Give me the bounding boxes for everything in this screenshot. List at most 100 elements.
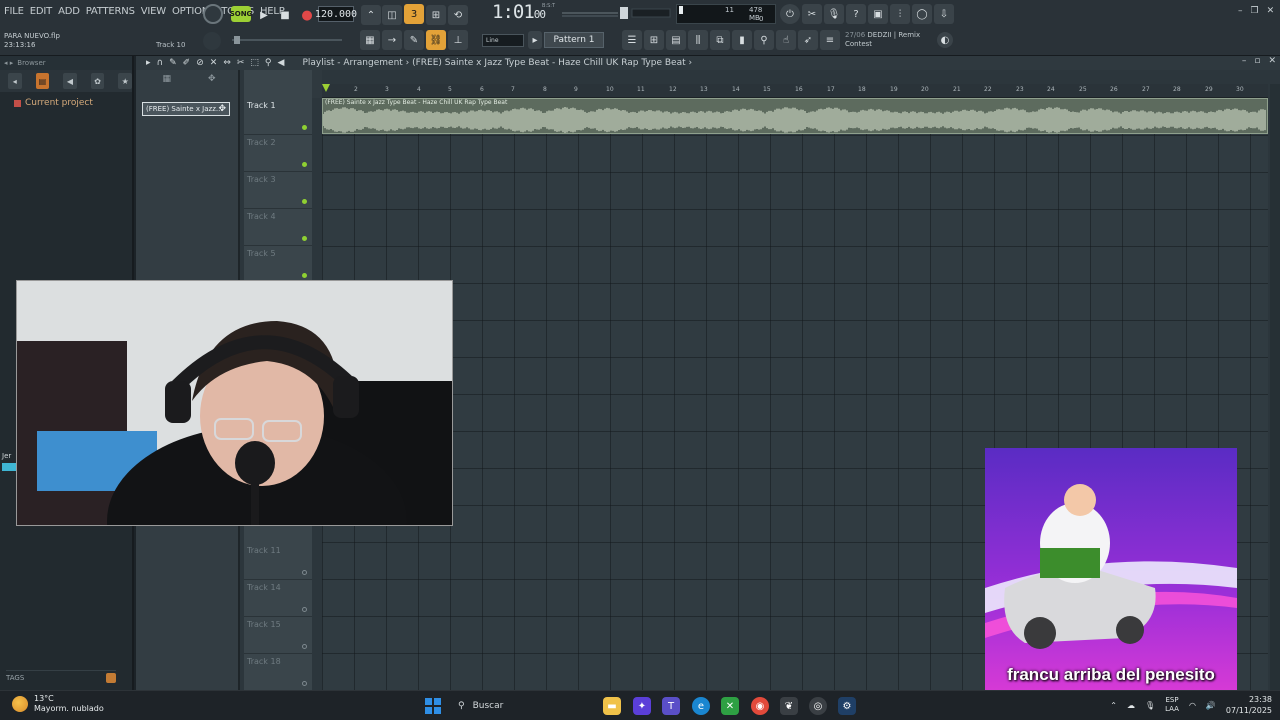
metronome-icon[interactable]: ⌃ (361, 5, 381, 25)
news-icon[interactable]: ≡ (820, 30, 840, 50)
menu-view[interactable]: VIEW (141, 6, 166, 20)
browser-arrows-icon[interactable]: ◂ ▸ (4, 59, 13, 67)
wifi-icon[interactable]: ◠ (1189, 701, 1196, 710)
play-icon[interactable]: ▶ (254, 5, 274, 25)
search-icon[interactable] (106, 672, 116, 683)
track-row-4[interactable]: Track 4 (244, 209, 312, 246)
magnet-icon[interactable]: ∩ (157, 58, 164, 68)
close-icon[interactable]: ✕ (1267, 6, 1275, 16)
browser-star-tab[interactable]: ★ (118, 73, 132, 89)
pencil-icon[interactable]: ✎ (404, 30, 424, 50)
pattern-prev-icon[interactable]: ▸ (528, 31, 542, 49)
draw-tool-icon[interactable]: ✎ (169, 58, 177, 68)
master-volume-slider[interactable] (232, 36, 342, 44)
menu-add[interactable]: ADD (58, 6, 80, 20)
playlist-close-icon[interactable]: ✕ (1268, 56, 1276, 66)
snap-selector[interactable]: Line (482, 34, 524, 47)
track-row-15[interactable]: Track 15 (244, 617, 312, 654)
track-led[interactable] (302, 236, 307, 241)
playlist-view-icon[interactable]: ☰ (622, 30, 642, 50)
track-led[interactable] (302, 162, 307, 167)
track-led[interactable] (302, 681, 307, 686)
stamp-icon[interactable]: ⊥ (448, 30, 468, 50)
playlist-menu-icon[interactable]: ▸ (146, 58, 151, 68)
pattern-chip[interactable]: (FREE) Sainte x Jazz... ✥ (142, 102, 230, 116)
plugin-picker-icon[interactable]: ⚲ (754, 30, 774, 50)
master-pitch-slider[interactable] (562, 6, 672, 20)
steam-icon[interactable]: ⚙ (838, 697, 856, 715)
track-row-1[interactable]: Track 1 (244, 98, 312, 135)
track-led[interactable] (302, 199, 307, 204)
obs-icon[interactable]: ◎ (809, 697, 827, 715)
track-row-3[interactable]: Track 3 (244, 172, 312, 209)
windows-start-icon[interactable] (425, 698, 441, 714)
volume-icon[interactable]: 🔊 (1206, 701, 1216, 710)
select-tool-icon[interactable]: ⬚ (250, 58, 259, 68)
menu-file[interactable]: FILE (4, 6, 24, 20)
loop-record-icon[interactable]: ⟲ (448, 5, 468, 25)
mute-tool-icon[interactable]: ✕ (210, 58, 218, 68)
tray-expand-icon[interactable]: ⌃ (1110, 701, 1117, 710)
timeline-ruler[interactable]: 2 3 4 5 6 7 8 9 10 11 12 13 14 15 16 17 18 19 20 21 22 23 24 25… (322, 84, 1268, 98)
chrome-icon[interactable]: ◉ (751, 697, 769, 715)
microphone-icon[interactable]: 🎙 (1145, 701, 1155, 710)
pattern-grid-icon[interactable]: ▦ (162, 74, 171, 86)
tools-icon[interactable]: ✂ (802, 4, 822, 24)
power-icon[interactable]: ⏻ (780, 4, 800, 24)
tempo-display[interactable]: 120.000 (315, 6, 357, 22)
zoom-tool-icon[interactable]: ⚲ (265, 58, 272, 68)
file-explorer-icon[interactable]: ▬ (603, 697, 621, 715)
playback-tool-icon[interactable]: ◀ (278, 58, 285, 68)
save-icon[interactable]: ▣ (868, 4, 888, 24)
track-led[interactable] (302, 570, 307, 575)
account-icon[interactable]: ◐ (937, 32, 953, 48)
playhead-marker-icon[interactable] (322, 84, 330, 92)
minimize-icon[interactable]: – (1238, 6, 1243, 16)
browser-speaker-tab[interactable]: ◀ (63, 73, 77, 89)
arrow-right-icon[interactable]: → (382, 30, 402, 50)
track-led[interactable] (302, 125, 307, 130)
browser-back-icon[interactable]: ◂ (8, 73, 22, 89)
track-row-14[interactable]: Track 14 (244, 580, 312, 617)
piano-roll-icon[interactable]: ▤ (666, 30, 686, 50)
taskbar-search[interactable]: ⚲ Buscar (452, 695, 602, 717)
pattern-selector[interactable]: Pattern 1 (544, 32, 604, 48)
wait-input-icon[interactable]: ◫ (382, 5, 402, 25)
track-row-11[interactable]: Track 11 (244, 543, 312, 580)
stop-icon[interactable]: ■ (275, 5, 295, 25)
restore-icon[interactable]: ❐ (1251, 6, 1259, 16)
mixer-view-icon[interactable]: ⫼ (688, 30, 708, 50)
touch-icon[interactable]: ☝ (776, 30, 796, 50)
track-row-18[interactable]: Track 18 (244, 654, 312, 691)
language-indicator[interactable]: ESP LAA (1165, 696, 1179, 714)
teams-icon[interactable]: T (662, 697, 680, 715)
track-led[interactable] (302, 273, 307, 278)
pattern-move-handle-icon[interactable]: ✥ (218, 104, 226, 114)
track-led[interactable] (302, 644, 307, 649)
track-row-2[interactable]: Track 2 (244, 135, 312, 172)
news-panel[interactable]: 27/06 DEDZII | Remix Contest (845, 31, 940, 49)
piano-icon[interactable]: ▦ (360, 30, 380, 50)
pitch-knob[interactable] (203, 32, 221, 50)
help-icon[interactable]: ? (846, 4, 866, 24)
step-edit-icon[interactable]: ⊞ (426, 5, 446, 25)
link-icon[interactable]: ⛓ (426, 30, 446, 50)
audio-clip[interactable]: (FREE) Sainte x Jazz Type Beat - Haze Ch… (322, 98, 1268, 134)
channel-rack-icon[interactable]: ⊞ (644, 30, 664, 50)
edge-icon[interactable]: e (692, 697, 710, 715)
mic-icon[interactable]: 🎙 (824, 4, 844, 24)
browser-folder-tab[interactable]: ▤ (35, 73, 50, 89)
mixer-icon[interactable]: ⫶ (890, 4, 910, 24)
countdown-icon[interactable]: 3 (404, 4, 424, 24)
xbox-icon[interactable]: ✕ (721, 697, 739, 715)
pattern-move-icon[interactable]: ✥ (208, 74, 216, 86)
vertical-scrollbar[interactable] (1270, 84, 1280, 690)
tempo-tapper-icon[interactable]: ➶ (798, 30, 818, 50)
onedrive-icon[interactable]: ☁ (1127, 701, 1135, 710)
weather-widget[interactable]: 13°C Mayorm. nublado (12, 694, 104, 714)
menu-edit[interactable]: EDIT (30, 6, 52, 20)
song-mode-toggle[interactable]: SONG (230, 6, 252, 22)
plugin-icon[interactable]: ▮ (732, 30, 752, 50)
download-icon[interactable]: ⇩ (934, 4, 954, 24)
browser-plugin-tab[interactable]: ✿ (90, 73, 105, 89)
